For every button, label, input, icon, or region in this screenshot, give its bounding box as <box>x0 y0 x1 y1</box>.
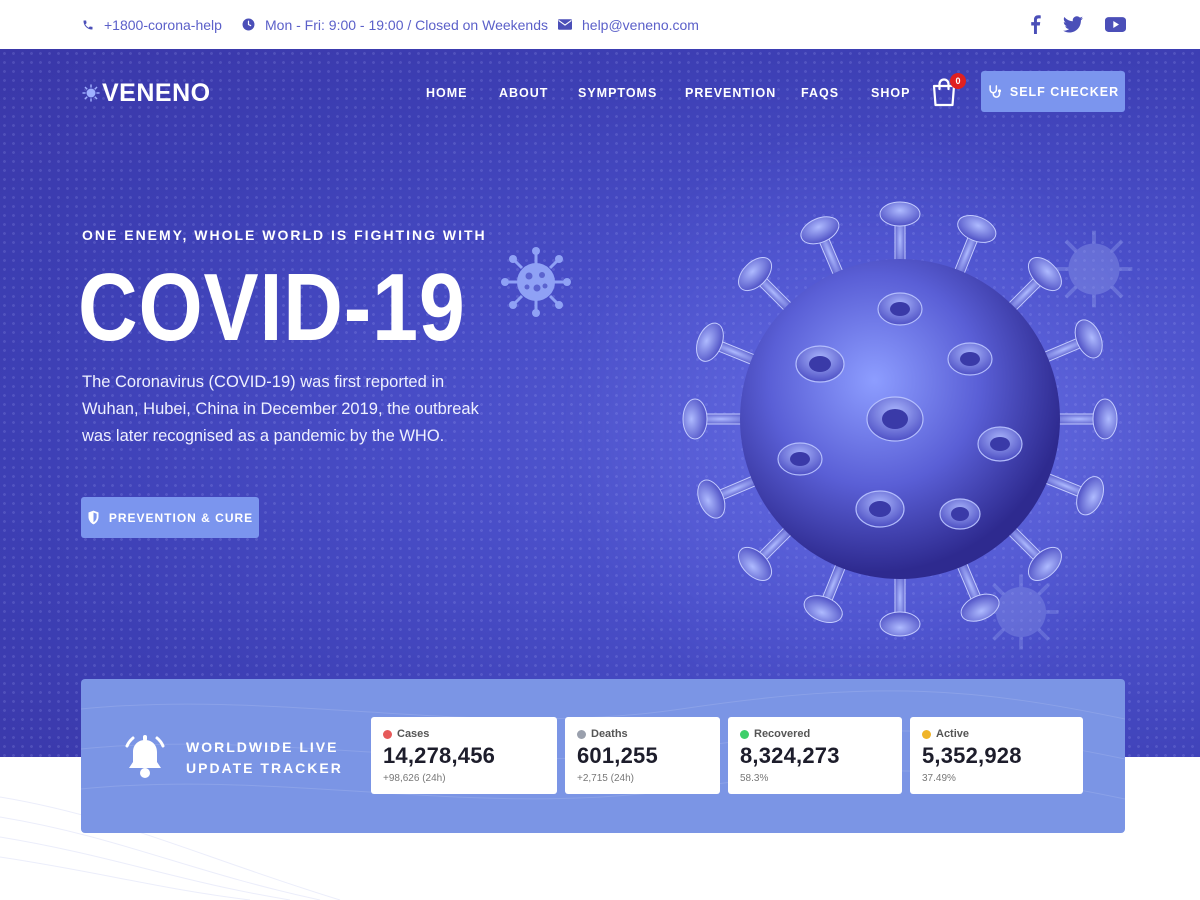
nav-item-faqs[interactable]: FAQS <box>801 83 839 103</box>
stat-label: Cases <box>383 728 545 740</box>
opening-hours: Mon - Fri: 9:00 - 19:00 / Closed on Week… <box>242 0 548 49</box>
brand-logo[interactable]: VENENO <box>82 79 211 107</box>
twitter-icon[interactable] <box>1063 16 1083 33</box>
tracker-title-line1: WORLDWIDE LIVE <box>186 739 339 755</box>
nav-item-home[interactable]: HOME <box>426 83 468 103</box>
stat-label: Recovered <box>740 728 890 740</box>
recovered-value: 8,324,273 <box>740 743 840 768</box>
deaths-value: 601,255 <box>577 743 658 768</box>
cart-count-badge: 0 <box>950 73 966 89</box>
recovered-label: Recovered <box>754 728 811 740</box>
active-dot <box>922 729 931 739</box>
hero-description: The Coronavirus (COVID-19) was first rep… <box>82 373 479 445</box>
virus-logo-icon <box>82 84 100 102</box>
clock-icon <box>242 18 255 31</box>
live-update-tracker: WORLDWIDE LIVE UPDATE TRACKER Cases 14,2… <box>81 679 1125 833</box>
self-checker-button[interactable]: SELF CHECKER <box>981 71 1125 112</box>
active-sub: 37.49% <box>922 773 956 784</box>
nav-item-shop[interactable]: SHOP <box>871 83 910 103</box>
tracker-title-line2: UPDATE TRACKER <box>186 760 343 776</box>
stat-card-active: Active 5,352,928 37.49% <box>910 717 1083 794</box>
nav-item-symptoms[interactable]: SYMPTOMS <box>578 83 657 103</box>
hours-text: Mon - Fri: 9:00 - 19:00 / Closed on Week… <box>265 16 548 33</box>
facebook-icon[interactable] <box>1030 15 1041 34</box>
deaths-label: Deaths <box>591 728 628 740</box>
nav-item-about[interactable]: ABOUT <box>499 83 548 103</box>
recovered-dot <box>740 729 749 739</box>
stat-label: Active <box>922 728 1071 740</box>
prevention-cure-button[interactable]: PREVENTION & CURE <box>81 497 259 538</box>
stat-label: Deaths <box>577 728 708 740</box>
active-label: Active <box>936 728 970 740</box>
deaths-sub: +2,715 (24h) <box>577 773 634 784</box>
self-checker-label: SELF CHECKER <box>1009 84 1120 99</box>
bell-icon <box>125 735 165 778</box>
prevention-cure-label: PREVENTION & CURE <box>108 510 254 525</box>
cases-dot <box>383 729 392 739</box>
hero-section: VENENO HOME ABOUT SYMPTOMS PREVENTION FA… <box>0 49 1200 757</box>
small-virus-icon <box>501 247 571 317</box>
phone-text: +1800-corona-help <box>104 16 222 33</box>
hero-headline: COVID-19 <box>78 254 466 361</box>
email-contact[interactable]: help@veneno.com <box>558 0 699 49</box>
cases-value: 14,278,456 <box>383 743 496 768</box>
brand-name: VENENO <box>102 78 211 107</box>
stat-card-recovered: Recovered 8,324,273 58.3% <box>728 717 902 794</box>
coronavirus-illustration <box>682 201 1118 637</box>
envelope-icon <box>558 19 572 30</box>
top-info-bar: +1800-corona-help Mon - Fri: 9:00 - 19:0… <box>0 0 1200 49</box>
hero-tagline: ONE ENEMY, WHOLE WORLD IS FIGHTING WITH <box>82 227 487 243</box>
nav-item-prevention[interactable]: PREVENTION <box>685 83 776 103</box>
email-text: help@veneno.com <box>582 16 699 33</box>
stat-card-deaths: Deaths 601,255 +2,715 (24h) <box>565 717 720 794</box>
cases-sub: +98,626 (24h) <box>383 773 446 784</box>
phone-icon <box>83 20 93 29</box>
tracker-title: WORLDWIDE LIVE UPDATE TRACKER <box>186 737 343 779</box>
shield-icon <box>88 510 99 525</box>
active-value: 5,352,928 <box>922 743 1022 768</box>
phone-contact[interactable]: +1800-corona-help <box>82 0 222 49</box>
social-links <box>1030 0 1126 49</box>
stethoscope-icon <box>989 85 1001 98</box>
recovered-sub: 58.3% <box>740 773 769 784</box>
deaths-dot <box>577 729 586 739</box>
stat-card-cases: Cases 14,278,456 +98,626 (24h) <box>371 717 557 794</box>
cases-label: Cases <box>397 728 430 740</box>
youtube-icon[interactable] <box>1105 17 1126 32</box>
